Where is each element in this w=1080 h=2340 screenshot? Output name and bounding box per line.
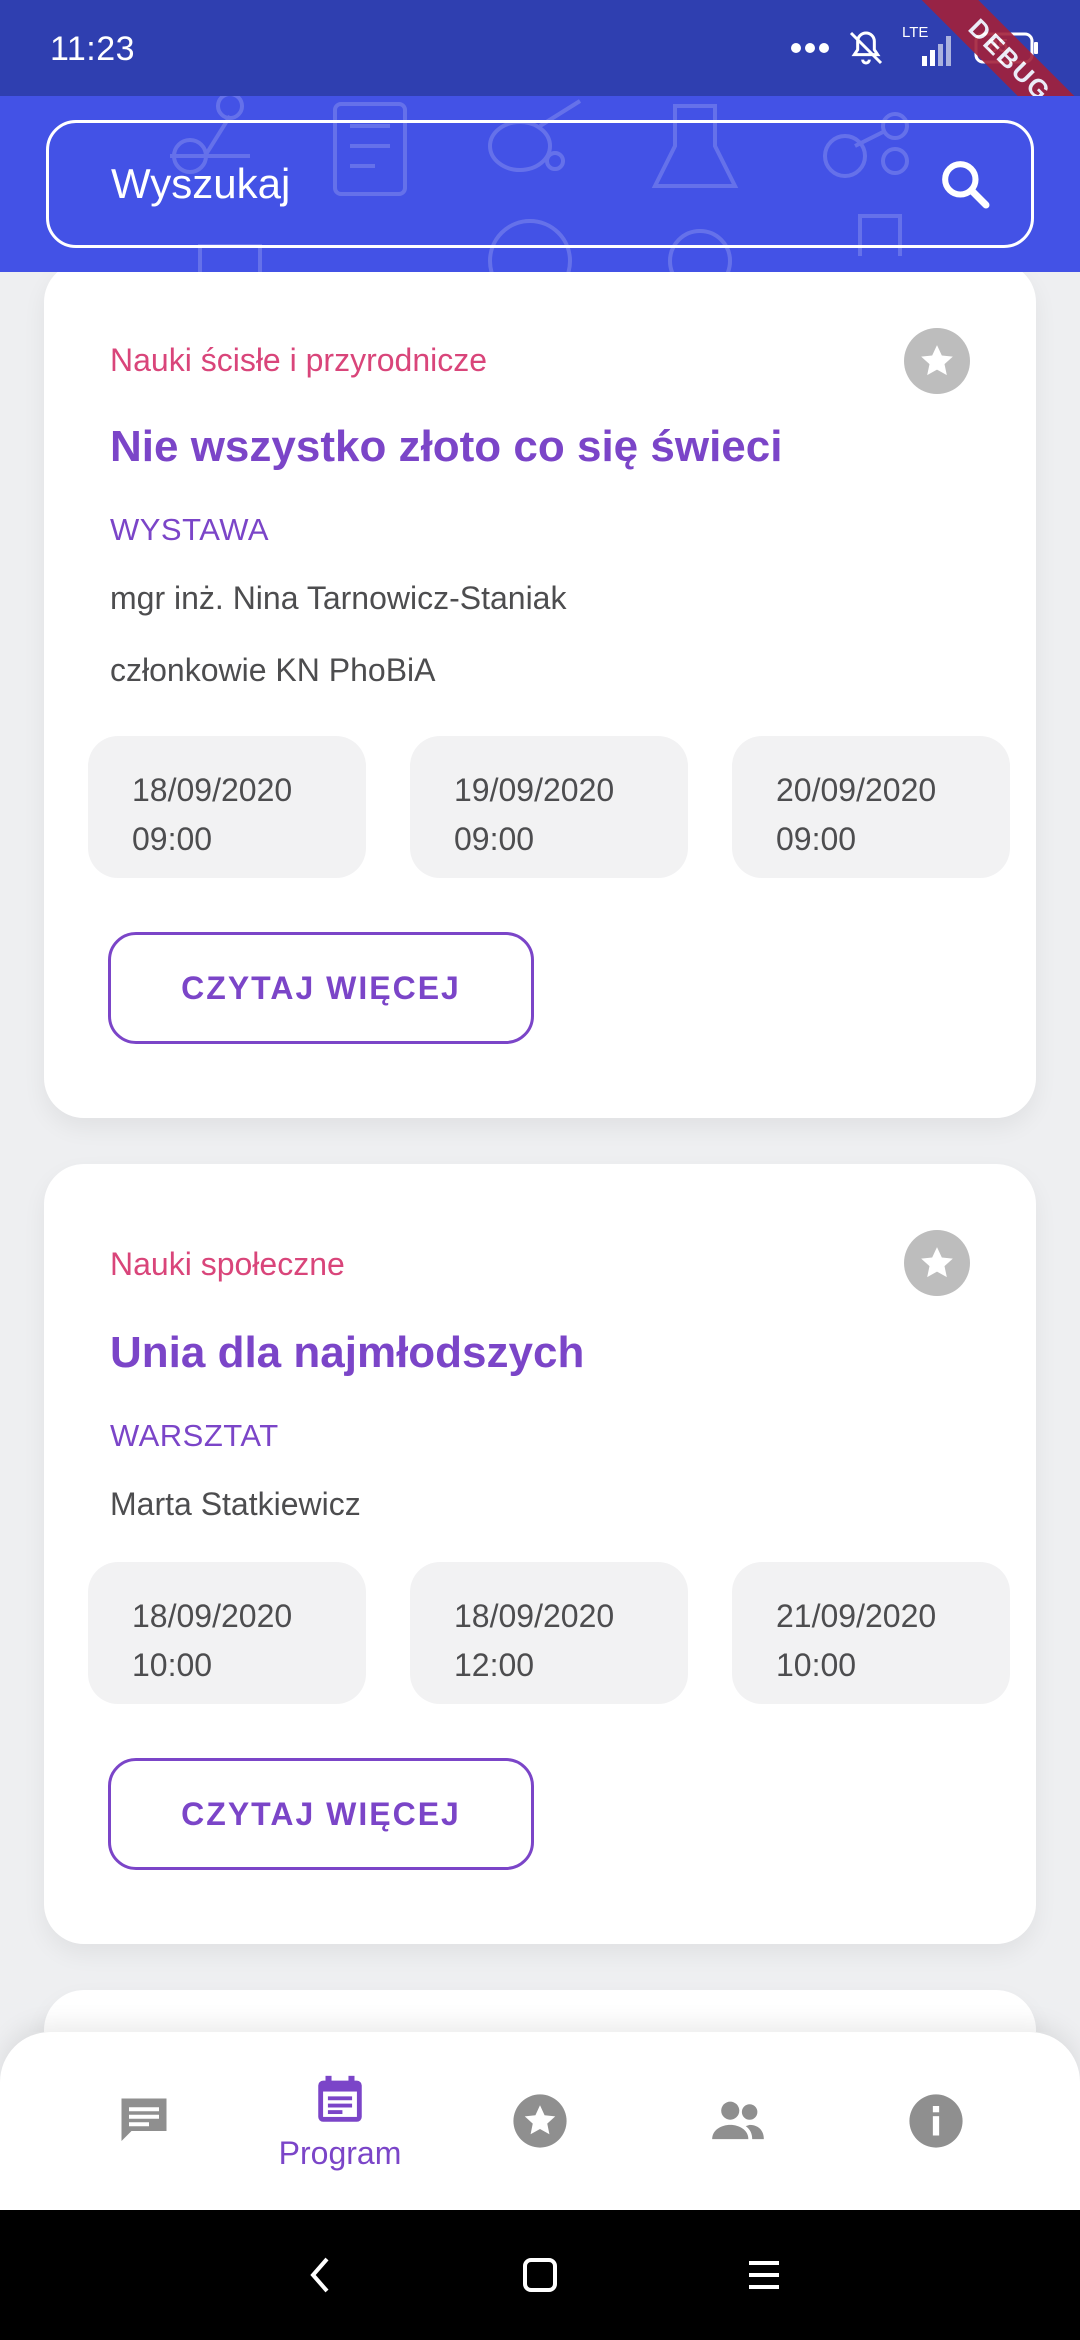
signal-icon: LTE	[902, 24, 958, 68]
recents-button[interactable]	[734, 2250, 794, 2300]
search-input[interactable]: Wyszukaj	[46, 120, 1034, 248]
more-dots-icon	[791, 43, 829, 53]
date-chip-time: 10:00	[776, 1647, 857, 1683]
event-person: mgr inż. Nina Tarnowicz-Staniak	[110, 580, 567, 616]
nav-item-program[interactable]: Program	[240, 2032, 440, 2210]
event-type: WYSTAWA	[110, 512, 270, 547]
nav-item-favorites[interactable]	[440, 2032, 640, 2210]
event-category: Nauki społeczne	[110, 1246, 345, 1282]
date-chip[interactable]: 19/09/2020 09:00	[410, 736, 688, 878]
menu-lines-icon	[749, 2261, 779, 2289]
date-chip-time: 12:00	[454, 1647, 535, 1683]
event-title: Nie wszystko złoto co się świeci	[110, 422, 783, 471]
status-bar: 11:23 LTE DEBUG	[0, 0, 1080, 167]
event-person: członkowie KN PhoBiA	[110, 652, 436, 688]
date-chip[interactable]: 18/09/2020 10:00	[88, 1562, 366, 1704]
bottom-navigation: Program	[0, 2032, 1080, 2210]
favorite-button[interactable]	[904, 328, 970, 394]
read-more-button[interactable]: CZYTAJ WIĘCEJ	[108, 932, 534, 1044]
event-card	[44, 1990, 1036, 2032]
chat-icon	[121, 2098, 167, 2141]
star-icon	[921, 345, 953, 376]
favorite-button[interactable]	[904, 1230, 970, 1296]
search-icon[interactable]	[937, 156, 993, 212]
program-list[interactable]: Nauki ścisłe i przyrodnicze Nie wszystko…	[0, 272, 1080, 2032]
nav-label-program: Program	[278, 2134, 402, 2171]
event-card: Nauki ścisłe i przyrodnicze Nie wszystko…	[44, 272, 1036, 1118]
search-placeholder: Wyszukaj	[111, 160, 291, 207]
system-navigation-bar	[0, 2210, 1080, 2340]
date-chip-date: 18/09/2020	[132, 1598, 293, 1634]
event-category: Nauki ścisłe i przyrodnicze	[110, 342, 488, 378]
people-icon	[712, 2101, 764, 2140]
date-chip-date: 20/09/2020	[776, 772, 937, 808]
calendar-icon	[318, 2075, 362, 2122]
home-square-icon	[523, 2258, 557, 2292]
event-type: WARSZTAT	[110, 1418, 279, 1453]
event-person: Marta Statkiewicz	[110, 1486, 361, 1522]
nav-item-chat[interactable]	[44, 2032, 244, 2210]
date-chip-date: 21/09/2020	[776, 1598, 937, 1634]
event-card: Nauki społeczne Unia dla najmłodszych WA…	[44, 1164, 1036, 1944]
star-icon	[921, 1247, 953, 1278]
app-screen: 11:23 LTE DEBUG Wyszukaj Nauki ścisłe i …	[0, 0, 1080, 2340]
date-chip[interactable]: 20/09/2020 09:00	[732, 736, 1010, 878]
info-icon	[909, 2094, 963, 2148]
home-button[interactable]	[510, 2250, 570, 2300]
date-chip-date: 18/09/2020	[132, 772, 293, 808]
back-icon	[310, 2257, 329, 2293]
date-chip-time: 09:00	[776, 821, 857, 857]
read-more-button[interactable]: CZYTAJ WIĘCEJ	[108, 1758, 534, 1870]
date-chip[interactable]: 18/09/2020 09:00	[88, 736, 366, 878]
date-chip[interactable]: 18/09/2020 12:00	[410, 1562, 688, 1704]
header: Wyszukaj	[0, 96, 1080, 272]
event-title: Unia dla najmłodszych	[110, 1328, 585, 1377]
date-chip-time: 09:00	[132, 821, 213, 857]
date-chip-date: 19/09/2020	[454, 772, 615, 808]
muted-bell-icon	[849, 31, 883, 65]
nav-item-people[interactable]	[638, 2032, 838, 2210]
back-button[interactable]	[290, 2250, 350, 2300]
date-chip-time: 10:00	[132, 1647, 213, 1683]
date-chip[interactable]: 21/09/2020 10:00	[732, 1562, 1010, 1704]
date-chip-date: 18/09/2020	[454, 1598, 615, 1634]
status-time: 11:23	[50, 30, 136, 68]
nav-item-info[interactable]	[836, 2032, 1036, 2210]
date-chip-time: 09:00	[454, 821, 535, 857]
star-icon	[513, 2094, 567, 2148]
